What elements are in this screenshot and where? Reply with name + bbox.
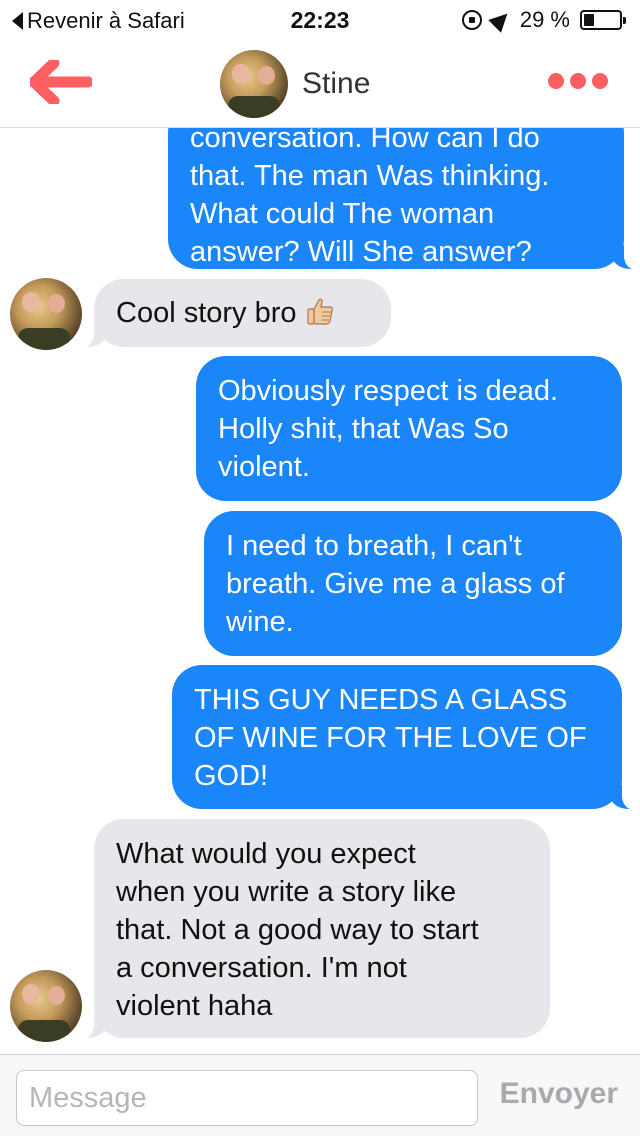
location-arrow-icon [488, 7, 514, 33]
message-line: I need to breath, I can't [226, 530, 522, 562]
message-line: answer? Will She answer? [190, 236, 532, 268]
send-button[interactable]: Envoyer [500, 1077, 618, 1111]
bubble-tail [612, 244, 636, 270]
thumbs-up-icon [305, 296, 335, 326]
battery-percentage: 29 % [519, 7, 570, 32]
status-bar: Revenir à Safari 22:23 29 % [0, 0, 640, 40]
battery-icon [580, 10, 626, 30]
message-incoming[interactable]: What would you expect when you write a s… [82, 819, 550, 1039]
message-line: violent. [218, 451, 310, 483]
contact-header[interactable]: Stine [220, 50, 370, 118]
message-line: What could The woman [190, 198, 495, 230]
message-line: THIS GUY NEEDS A GLASS [194, 684, 568, 716]
conversation-thread[interactable]: conversation. How can I do that. The man… [0, 0, 640, 1136]
message-input[interactable] [16, 1070, 478, 1126]
message-line: a conversation. I'm not [116, 952, 407, 984]
contact-avatar[interactable] [220, 50, 288, 118]
message-line: GOD! [194, 760, 269, 792]
contact-avatar[interactable] [10, 278, 82, 350]
bubble-tail [82, 322, 106, 348]
message-composer: Envoyer [0, 1054, 640, 1136]
contact-avatar[interactable] [10, 970, 82, 1042]
more-options-icon[interactable] [548, 73, 608, 89]
message-line: violent haha [116, 990, 273, 1022]
message-line: Holly shit, that Was So [218, 413, 509, 445]
message-line: breath. Give me a glass of [226, 568, 565, 600]
message-line: that. Not a good way to start [116, 914, 479, 946]
message-outgoing[interactable]: I need to breath, I can't breath. Give m… [204, 511, 622, 656]
bubble-tail [610, 784, 634, 810]
message-line: OF WINE FOR THE LOVE OF [194, 722, 587, 754]
back-arrow-icon[interactable] [30, 60, 92, 104]
status-icons: 29 % [461, 7, 626, 33]
message-outgoing[interactable]: Obviously respect is dead. Holly shit, t… [196, 356, 622, 501]
chat-header: Stine [0, 40, 640, 128]
rotation-lock-icon [461, 10, 482, 30]
message-outgoing[interactable]: THIS GUY NEEDS A GLASS OF WINE FOR THE L… [172, 665, 634, 810]
message-line: Obviously respect is dead. [218, 375, 559, 407]
message-line: that. The man Was thinking. [190, 160, 550, 192]
contact-name: Stine [302, 67, 371, 100]
message-incoming[interactable]: Cool story bro [82, 279, 391, 348]
message-line: wine. [226, 606, 294, 638]
message-line: when you write a story like [116, 876, 457, 908]
bubble-tail [82, 1013, 106, 1039]
message-line: Cool story bro [116, 297, 297, 329]
message-line: What would you expect [116, 838, 416, 870]
